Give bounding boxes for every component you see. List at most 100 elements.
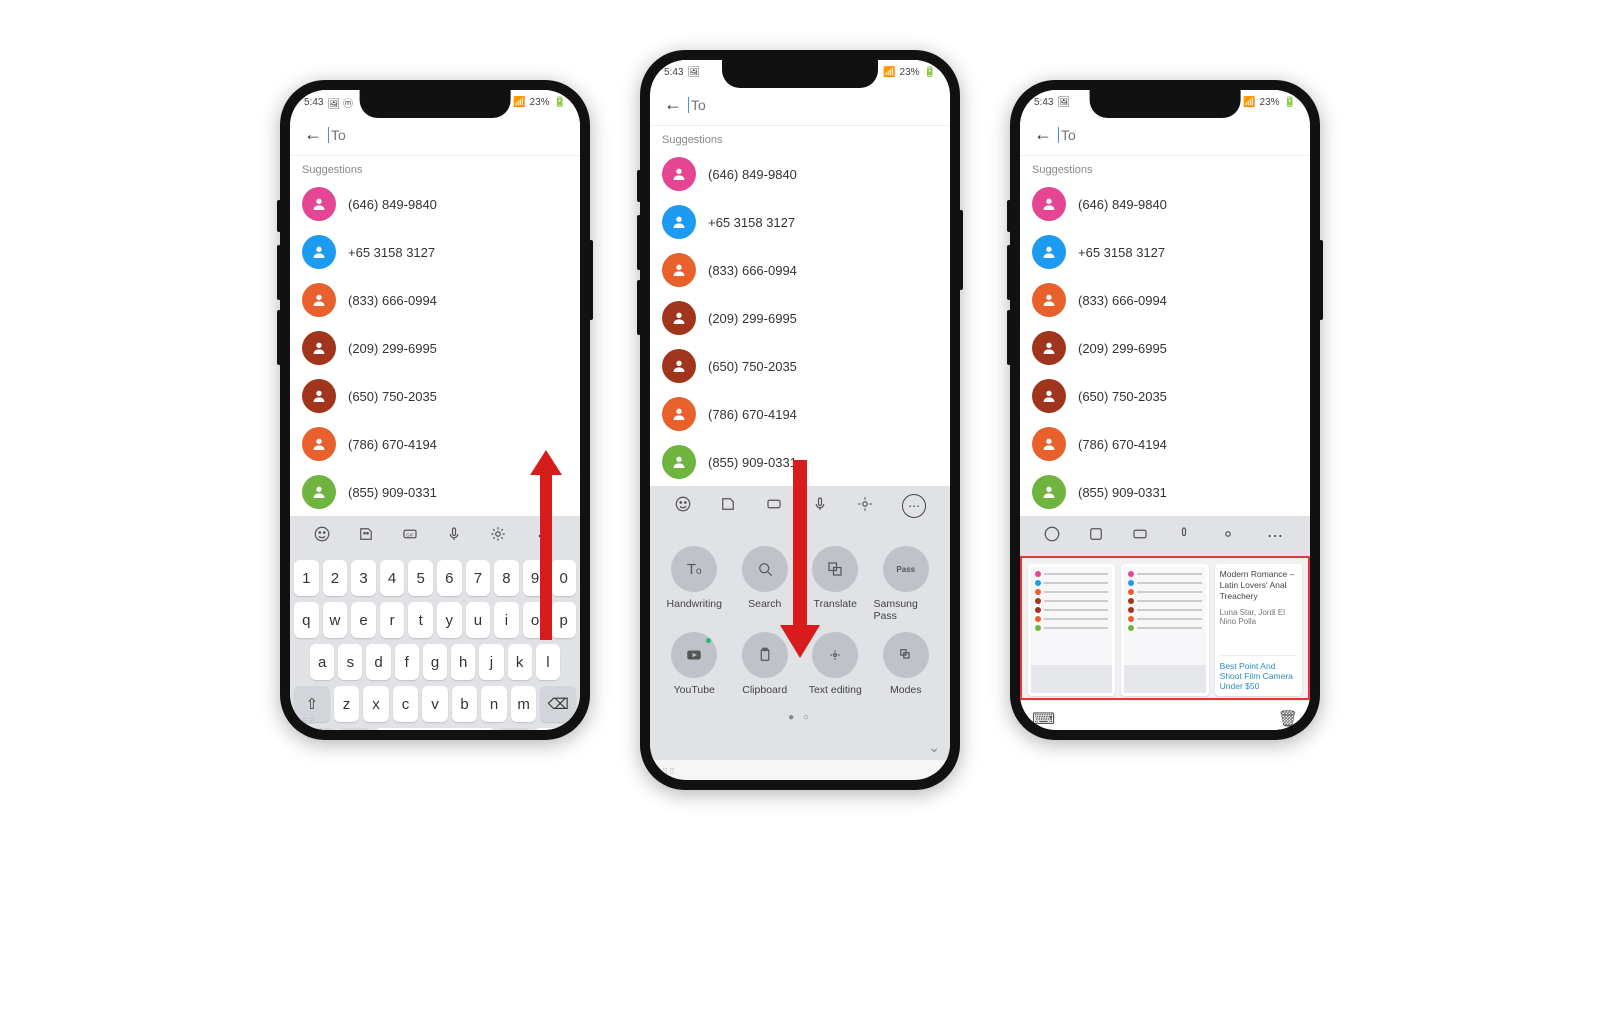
key-z[interactable]: z xyxy=(334,686,360,722)
tool-samsung-pass[interactable]: PassSamsung Pass xyxy=(874,546,939,622)
key-4[interactable]: 4 xyxy=(380,560,405,596)
contact-row[interactable]: (209) 299-6995 xyxy=(1020,324,1310,372)
contact-row[interactable]: +65 3158 3127 xyxy=(290,228,580,276)
more-icon[interactable]: ⋯ xyxy=(902,494,926,518)
contact-row[interactable]: (786) 670-4194 xyxy=(1020,420,1310,468)
key-q[interactable]: q xyxy=(294,602,319,638)
emoji-icon[interactable] xyxy=(674,495,692,518)
contact-row[interactable]: (833) 666-0994 xyxy=(1020,276,1310,324)
contact-row[interactable]: (650) 750-2035 xyxy=(650,342,950,390)
key-c[interactable]: c xyxy=(393,686,419,722)
sticker-icon[interactable] xyxy=(357,525,375,548)
key-6[interactable]: 6 xyxy=(437,560,462,596)
gif-icon[interactable]: GIF xyxy=(401,525,419,548)
key-9[interactable]: 9 xyxy=(523,560,548,596)
key-x[interactable]: x xyxy=(363,686,389,722)
contact-row[interactable]: (209) 299-6995 xyxy=(290,324,580,372)
tool-youtube[interactable]: YouTube xyxy=(662,632,727,696)
period-key[interactable]: . xyxy=(499,728,529,730)
key-p[interactable]: p xyxy=(551,602,576,638)
back-icon[interactable]: ← xyxy=(298,120,328,149)
sticker-icon[interactable] xyxy=(719,495,737,518)
sticker-icon[interactable] xyxy=(1087,525,1105,548)
key-s[interactable]: s xyxy=(338,644,362,680)
key-l[interactable]: l xyxy=(536,644,560,680)
contact-row[interactable]: (646) 849-9840 xyxy=(290,180,580,228)
key-t[interactable]: t xyxy=(408,602,433,638)
key-o[interactable]: o xyxy=(523,602,548,638)
keyboard[interactable]: 1234567890 qwertyuiop asdfghjkl ⇧ zxcvbn… xyxy=(290,556,580,730)
contact-row[interactable]: +65 3158 3127 xyxy=(1020,228,1310,276)
backspace-key[interactable]: ⌫ xyxy=(540,686,576,722)
key-u[interactable]: u xyxy=(466,602,491,638)
key-n[interactable]: n xyxy=(481,686,507,722)
contact-row[interactable]: (786) 670-4194 xyxy=(290,420,580,468)
key-3[interactable]: 3 xyxy=(351,560,376,596)
key-d[interactable]: d xyxy=(366,644,390,680)
comma-key[interactable]: , xyxy=(340,728,370,730)
sym-key[interactable]: !#1 xyxy=(294,728,336,730)
contact-row[interactable]: (646) 849-9840 xyxy=(650,150,950,198)
key-5[interactable]: 5 xyxy=(408,560,433,596)
key-j[interactable]: j xyxy=(479,644,503,680)
key-r[interactable]: r xyxy=(380,602,405,638)
tool-modes[interactable]: Modes xyxy=(874,632,939,696)
contact-row[interactable]: (833) 666-0994 xyxy=(290,276,580,324)
tool-search[interactable]: Search xyxy=(733,546,798,622)
contact-row[interactable]: (855) 909-0331 xyxy=(650,438,950,486)
key-8[interactable]: 8 xyxy=(494,560,519,596)
key-h[interactable]: h xyxy=(451,644,475,680)
contact-row[interactable]: +65 3158 3127 xyxy=(650,198,950,246)
gear-icon[interactable] xyxy=(856,495,874,518)
key-1[interactable]: 1 xyxy=(294,560,319,596)
done-key[interactable]: Done xyxy=(534,728,576,730)
contact-row[interactable]: (833) 666-0994 xyxy=(650,246,950,294)
contact-row[interactable]: (209) 299-6995 xyxy=(650,294,950,342)
contact-row[interactable]: (855) 909-0331 xyxy=(290,468,580,516)
key-i[interactable]: i xyxy=(494,602,519,638)
mic-icon[interactable] xyxy=(811,495,829,518)
to-input[interactable] xyxy=(688,97,942,113)
key-v[interactable]: v xyxy=(422,686,448,722)
tool-clipboard[interactable]: Clipboard xyxy=(733,632,798,696)
emoji-icon[interactable] xyxy=(1043,525,1061,548)
tool-text-editing[interactable]: Text editing xyxy=(803,632,868,696)
key-e[interactable]: e xyxy=(351,602,376,638)
key-2[interactable]: 2 xyxy=(323,560,348,596)
more-icon[interactable]: ⋯ xyxy=(1263,524,1287,548)
key-g[interactable]: g xyxy=(423,644,447,680)
key-k[interactable]: k xyxy=(508,644,532,680)
clipboard-item-screenshot[interactable]: Canon IXUS xyxy=(1028,564,1115,696)
key-m[interactable]: m xyxy=(511,686,537,722)
mic-icon[interactable] xyxy=(445,525,463,548)
contact-row[interactable]: (646) 849-9840 xyxy=(1020,180,1310,228)
key-b[interactable]: b xyxy=(452,686,478,722)
contact-row[interactable]: (650) 750-2035 xyxy=(1020,372,1310,420)
emoji-icon[interactable] xyxy=(313,525,331,548)
gif-icon[interactable] xyxy=(1131,525,1149,548)
trash-icon[interactable]: 🗑 xyxy=(1278,709,1298,729)
key-a[interactable]: a xyxy=(310,644,334,680)
more-icon[interactable]: ⋯ xyxy=(533,524,557,548)
key-7[interactable]: 7 xyxy=(466,560,491,596)
to-input[interactable] xyxy=(328,127,572,143)
tool-handwriting[interactable]: ToHandwriting xyxy=(662,546,727,622)
back-icon[interactable]: ← xyxy=(658,90,688,119)
key-0[interactable]: 0 xyxy=(551,560,576,596)
space-key[interactable]: English (US) xyxy=(375,728,496,730)
clipboard-item-screenshot[interactable]: 4782780003 xyxy=(1121,564,1208,696)
tool-translate[interactable]: Translate xyxy=(803,546,868,622)
keyboard-icon[interactable]: ⌨ xyxy=(1032,709,1055,729)
gear-icon[interactable] xyxy=(489,525,507,548)
contact-row[interactable]: (786) 670-4194 xyxy=(650,390,950,438)
mic-icon[interactable] xyxy=(1175,525,1193,548)
contact-row[interactable]: (650) 750-2035 xyxy=(290,372,580,420)
back-icon[interactable]: ← xyxy=(1028,120,1058,149)
contact-row[interactable]: (855) 909-0331 xyxy=(1020,468,1310,516)
key-f[interactable]: f xyxy=(395,644,419,680)
gear-icon[interactable] xyxy=(1219,525,1237,548)
to-input[interactable] xyxy=(1058,127,1302,143)
key-w[interactable]: w xyxy=(323,602,348,638)
clipboard-item-text[interactable]: Modern Romance – Latin Lovers' Anal Trea… xyxy=(1215,564,1302,696)
key-y[interactable]: y xyxy=(437,602,462,638)
